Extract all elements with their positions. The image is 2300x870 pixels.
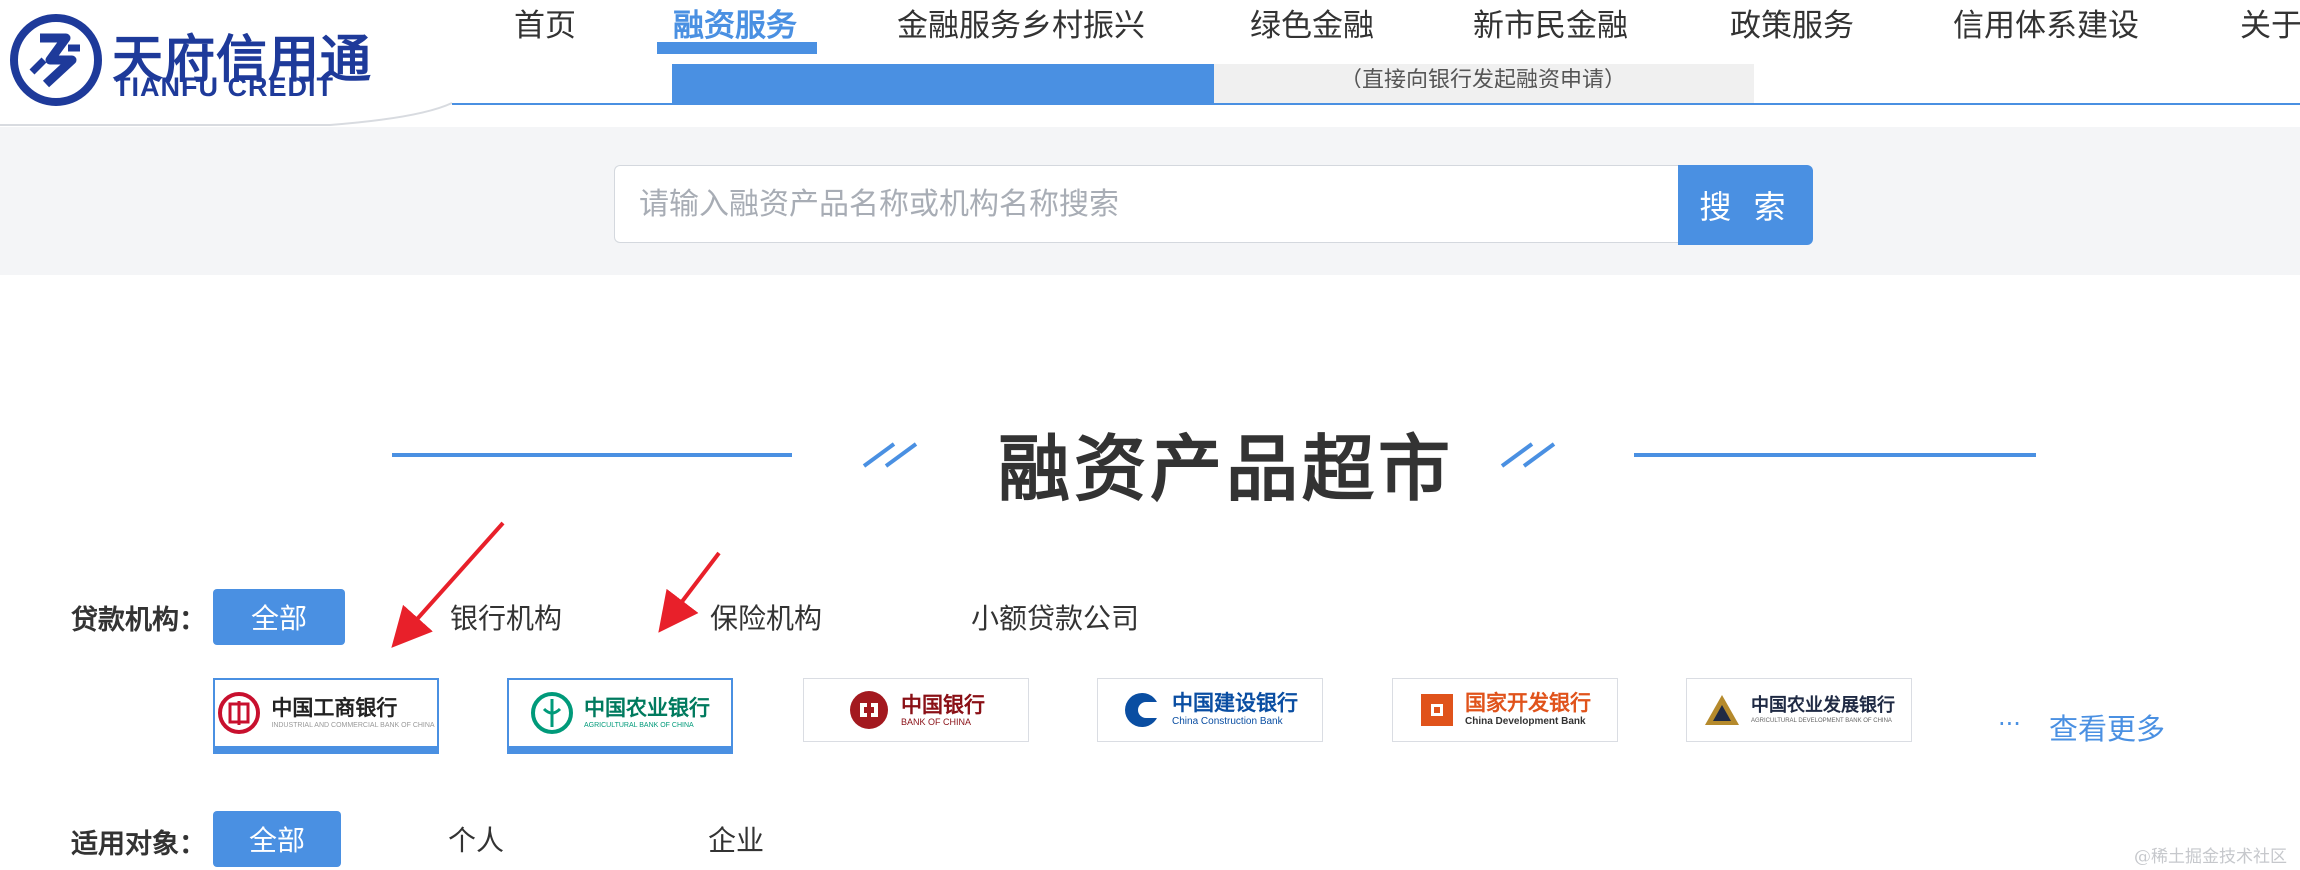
nav-item-new-citizen-finance[interactable]: 新市民金融 — [1473, 0, 1628, 45]
boc-logo-icon — [850, 691, 888, 729]
search-input[interactable] — [614, 165, 1678, 243]
bank-name-cn: 中国农业发展银行 — [1751, 694, 1895, 716]
institution-filter-bank[interactable]: 银行机构 — [440, 589, 572, 645]
title-line-right — [1634, 453, 2036, 457]
ccb-logo-icon — [1125, 693, 1160, 727]
audience-filter-all[interactable]: 全部 — [213, 811, 341, 867]
more-dots-icon: ··· — [1998, 710, 2021, 738]
bank-name-cn: 中国工商银行 — [271, 695, 398, 720]
adbc-logo-icon — [1705, 695, 1739, 725]
title-line-left — [392, 453, 792, 457]
bank-name-cn: 中国农业银行 — [584, 695, 710, 720]
sub-tab-direct-apply-label: （直接向银行发起融资申请） — [1340, 68, 1627, 88]
section-title: 融资产品超市 — [998, 427, 1455, 511]
institution-filter-microloan[interactable]: 小额贷款公司 — [960, 589, 1150, 645]
abc-logo-icon — [531, 692, 573, 734]
bank-name-en: INDUSTRIAL AND COMMERCIAL BANK OF CHINA — [271, 721, 435, 729]
audience-filter-label: 适用对象： — [71, 829, 206, 860]
site-logo[interactable]: 天府信用通 TIANFU CREDIT — [0, 0, 453, 127]
tianfu-logo-icon — [10, 14, 102, 106]
bank-name-cn: 中国建设银行 — [1172, 691, 1298, 715]
bank-card-boc[interactable]: 中国银行 BANK OF CHINA — [803, 678, 1029, 742]
title-slash-right-icon — [1500, 442, 1556, 468]
icbc-logo-icon — [218, 692, 261, 734]
title-slash-left-icon — [862, 442, 918, 468]
search-button[interactable]: 搜 索 — [1678, 165, 1813, 245]
bank-card-cdb[interactable]: 国家开发银行 China Development Bank — [1392, 678, 1618, 742]
nav-item-credit-system[interactable]: 信用体系建设 — [1953, 0, 2139, 45]
nav-item-home[interactable]: 首页 — [514, 0, 576, 45]
nav-item-policy-service[interactable]: 政策服务 — [1730, 0, 1854, 45]
header-divider — [452, 103, 2300, 105]
bank-name-en: China Construction Bank — [1172, 716, 1283, 727]
bank-card-abc[interactable]: 中国农业银行 AGRICULTURAL BANK OF CHINA — [507, 678, 733, 754]
bank-name-cn: 中国银行 — [901, 691, 985, 717]
audience-filter-personal[interactable]: 个人 — [410, 811, 542, 867]
bank-name-en: China Development Bank — [1465, 716, 1586, 727]
sub-tab-active[interactable] — [672, 64, 1214, 104]
nav-item-about[interactable]: 关于 — [2240, 0, 2300, 45]
bank-name-en: AGRICULTURAL DEVELOPMENT BANK OF CHINA — [1751, 717, 1892, 724]
nav-active-indicator — [657, 42, 817, 54]
logo-english-text: TIANFU CREDIT — [114, 72, 334, 102]
nav-item-green-finance[interactable]: 绿色金融 — [1250, 0, 1374, 45]
bank-name-en: BANK OF CHINA — [901, 716, 972, 727]
institution-filter-all[interactable]: 全部 — [213, 589, 345, 645]
bank-card-icbc[interactable]: 中国工商银行 INDUSTRIAL AND COMMERCIAL BANK OF… — [213, 678, 439, 754]
bank-card-adbc[interactable]: 中国农业发展银行 AGRICULTURAL DEVELOPMENT BANK O… — [1686, 678, 1912, 742]
institution-filter-insurance[interactable]: 保险机构 — [700, 589, 832, 645]
audience-filter-enterprise[interactable]: 企业 — [670, 811, 802, 867]
nav-item-rural-revitalization[interactable]: 金融服务乡村振兴 — [897, 0, 1145, 45]
nav-item-financing-service[interactable]: 融资服务 — [673, 0, 797, 45]
bank-name-en: AGRICULTURAL BANK OF CHINA — [584, 721, 694, 729]
watermark-text: @稀土掘金技术社区 — [2134, 847, 2287, 867]
bank-card-ccb[interactable]: 中国建设银行 China Construction Bank — [1097, 678, 1323, 742]
site-header: 天府信用通 TIANFU CREDIT 首页 融资服务 金融服务乡村振兴 绿色金… — [0, 0, 2300, 127]
cdb-logo-icon — [1421, 694, 1453, 726]
bank-name-cn: 国家开发银行 — [1465, 691, 1591, 715]
view-more-link[interactable]: 查看更多 — [2049, 706, 2165, 748]
institution-filter-label: 贷款机构： — [71, 605, 206, 636]
